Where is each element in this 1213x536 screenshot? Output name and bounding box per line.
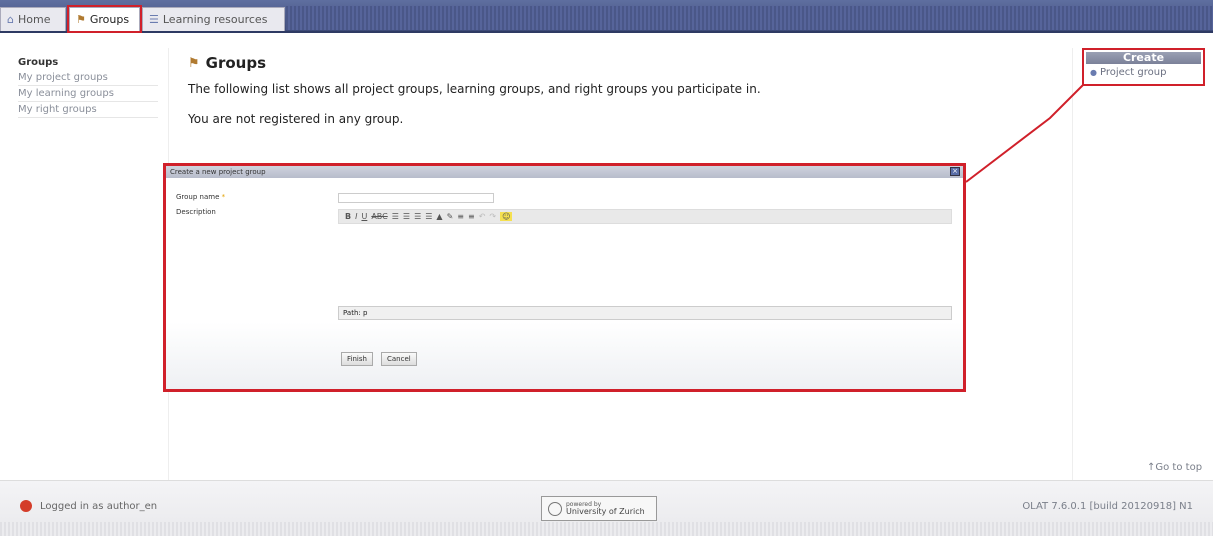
main-content: ⚑ Groups The following list shows all pr… (188, 54, 1008, 126)
version-info: OLAT 7.6.0.1 [build 20120918] N1 (1022, 501, 1193, 512)
cancel-button[interactable]: Cancel (381, 352, 417, 366)
powered-by-text: powered by University of Zurich (566, 501, 645, 516)
page-title-text: Groups (205, 54, 267, 72)
editor-path-bar: Path: p (338, 306, 952, 320)
underline-button[interactable]: U (361, 212, 367, 221)
tab-home-label: Home (17, 13, 51, 26)
create-header: Create (1086, 52, 1201, 64)
description-label: Description (176, 208, 216, 216)
tab-learning-resources-label: Learning resources (162, 13, 268, 26)
powered-by-badge[interactable]: powered by University of Zurich (541, 496, 657, 521)
dialog-titlebar: Create a new project group × (166, 166, 963, 178)
go-to-top-link[interactable]: ↑Go to top (1147, 462, 1202, 473)
page-description: The following list shows all project gro… (188, 82, 761, 96)
tab-home[interactable]: ⌂ Home (0, 7, 66, 31)
close-icon: × (952, 167, 958, 175)
topbar-background (286, 6, 1213, 30)
login-status-text: Logged in as author_en (40, 500, 158, 512)
nav-item-my-learning-groups[interactable]: My learning groups (18, 86, 158, 102)
highlight-color-icon[interactable]: ✎ (447, 212, 454, 221)
bullet-icon: ● (1090, 68, 1097, 77)
create-project-group-link[interactable]: ● Project group (1084, 67, 1203, 78)
finish-button[interactable]: Finish (341, 352, 373, 366)
group-name-label-text: Group name (176, 193, 220, 201)
italic-button[interactable]: I (355, 212, 357, 221)
strikethrough-button[interactable]: ABC (371, 212, 387, 221)
create-project-group-label: Project group (1099, 67, 1167, 78)
bullet-list-icon[interactable]: ≡ (457, 212, 464, 221)
create-box: Create ● Project group (1082, 48, 1205, 86)
numbered-list-icon[interactable]: ≡ (468, 212, 475, 221)
empty-message: You are not registered in any group. (188, 112, 404, 126)
align-justify-icon[interactable]: ☰ (425, 212, 432, 221)
home-icon: ⌂ (7, 13, 14, 26)
create-group-dialog: Create a new project group × Group name … (163, 163, 966, 392)
text-color-icon[interactable]: ▲ (436, 212, 442, 221)
align-center-icon[interactable]: ☰ (403, 212, 410, 221)
top-navigation-bar: ⌂ Home ⚑ Groups ☰ Learning resources (0, 0, 1213, 33)
nav-item-my-project-groups[interactable]: My project groups (18, 70, 158, 86)
university-seal-icon (548, 501, 562, 516)
group-name-label: Group name * (176, 193, 225, 201)
footer-stripe (0, 522, 1213, 536)
undo-icon[interactable]: ↶ (479, 212, 486, 221)
tab-groups[interactable]: ⚑ Groups (67, 5, 142, 33)
group-name-input[interactable] (338, 193, 494, 203)
align-right-icon[interactable]: ☰ (414, 212, 421, 221)
rich-text-toolbar: B I U ABC ☰ ☰ ☰ ☰ ▲ ✎ ≡ ≡ ↶ ↷ ☺ (338, 209, 952, 224)
tab-learning-resources[interactable]: ☰ Learning resources (142, 7, 285, 31)
close-button[interactable]: × (950, 167, 960, 176)
page-title: ⚑ Groups (188, 54, 1008, 72)
login-status: Logged in as author_en (20, 500, 157, 512)
smiley-icon[interactable]: ☺ (500, 212, 513, 221)
description-editor[interactable] (338, 224, 952, 306)
required-mark: * (221, 193, 226, 201)
tab-groups-label: Groups (89, 13, 130, 26)
user-icon (20, 500, 32, 512)
align-left-icon[interactable]: ☰ (392, 212, 399, 221)
bold-button[interactable]: B (345, 212, 351, 221)
learning-resources-icon: ☰ (149, 13, 159, 26)
nav-item-groups[interactable]: Groups (18, 55, 158, 70)
groups-icon: ⚑ (188, 55, 200, 71)
left-navigation: Groups My project groups My learning gro… (18, 55, 158, 118)
nav-item-my-right-groups[interactable]: My right groups (18, 102, 158, 118)
redo-icon[interactable]: ↷ (489, 212, 496, 221)
footer: Logged in as author_en powered by Univer… (0, 480, 1213, 536)
dialog-title: Create a new project group (170, 168, 266, 176)
university-name: University of Zurich (566, 507, 645, 516)
groups-icon: ⚑ (76, 13, 86, 26)
go-to-top-label: Go to top (1155, 462, 1203, 473)
right-divider (1072, 48, 1073, 480)
